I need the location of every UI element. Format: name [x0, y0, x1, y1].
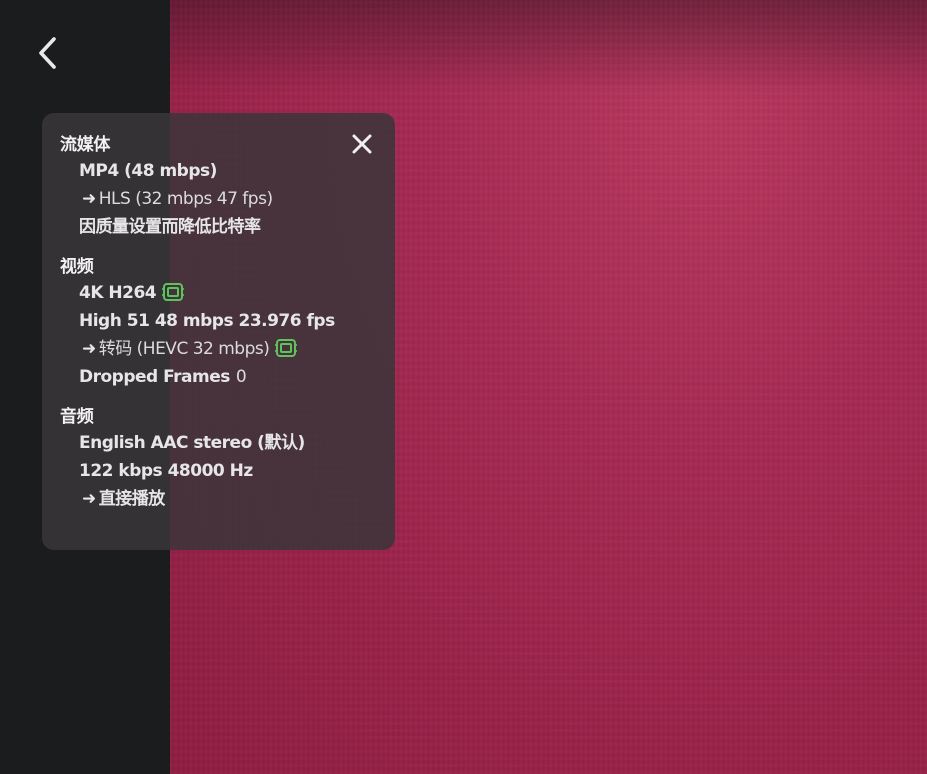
stream-section: 流媒体 MP4 (48 mbps) ➜ HLS (32 mbps 47 fps) … — [60, 133, 377, 241]
video-resolution-codec: 4K H264 — [79, 283, 157, 303]
close-stats-button[interactable] — [349, 131, 375, 157]
arrow-right-icon: ➜ — [82, 339, 96, 359]
video-section-title: 视频 — [60, 257, 94, 277]
arrow-right-icon: ➜ — [82, 189, 96, 209]
dropped-frames-value: 0 — [235, 367, 247, 387]
stream-transcode-target: HLS (32 mbps 47 fps) — [98, 189, 273, 209]
audio-section: 音频 English AAC stereo (默认) 122 kbps 4800… — [60, 405, 377, 513]
video-dropped-frames: Dropped Frames 0 — [60, 363, 377, 391]
back-button[interactable] — [28, 30, 68, 76]
video-transcode-target: 转码 (HEVC 32 mbps) — [98, 339, 270, 359]
audio-section-title: 音频 — [60, 407, 94, 427]
chevron-left-icon — [39, 37, 56, 69]
playback-stats-panel: 流媒体 MP4 (48 mbps) ➜ HLS (32 mbps 47 fps) … — [42, 113, 395, 550]
dropped-frames-label: Dropped Frames — [79, 367, 230, 387]
player-screen: 流媒体 MP4 (48 mbps) ➜ HLS (32 mbps 47 fps) … — [0, 0, 927, 774]
audio-bitrate-line: 122 kbps 48000 Hz — [79, 461, 253, 481]
video-resolution-line: 4K H264 — [60, 279, 377, 307]
video-transcode-line: ➜ 转码 (HEVC 32 mbps) — [60, 335, 377, 363]
video-section: 视频 4K H264 High 51 48 mbps 23.976 fps ➜ 转… — [60, 255, 377, 391]
chip-icon — [162, 283, 185, 301]
stream-container: MP4 (48 mbps) — [79, 161, 217, 181]
close-icon — [352, 134, 372, 154]
chip-icon — [275, 339, 298, 357]
stream-section-title: 流媒体 — [60, 135, 111, 155]
arrow-right-icon: ➜ — [82, 489, 96, 509]
audio-track: English AAC stereo (默认) — [79, 433, 305, 453]
video-profile-line: High 51 48 mbps 23.976 fps — [79, 311, 335, 331]
stream-transcode-line: ➜ HLS (32 mbps 47 fps) — [60, 185, 377, 213]
stream-reason: 因质量设置而降低比特率 — [79, 217, 261, 237]
audio-transcode-target: 直接播放 — [98, 489, 166, 509]
audio-transcode-line: ➜ 直接播放 — [60, 485, 377, 513]
